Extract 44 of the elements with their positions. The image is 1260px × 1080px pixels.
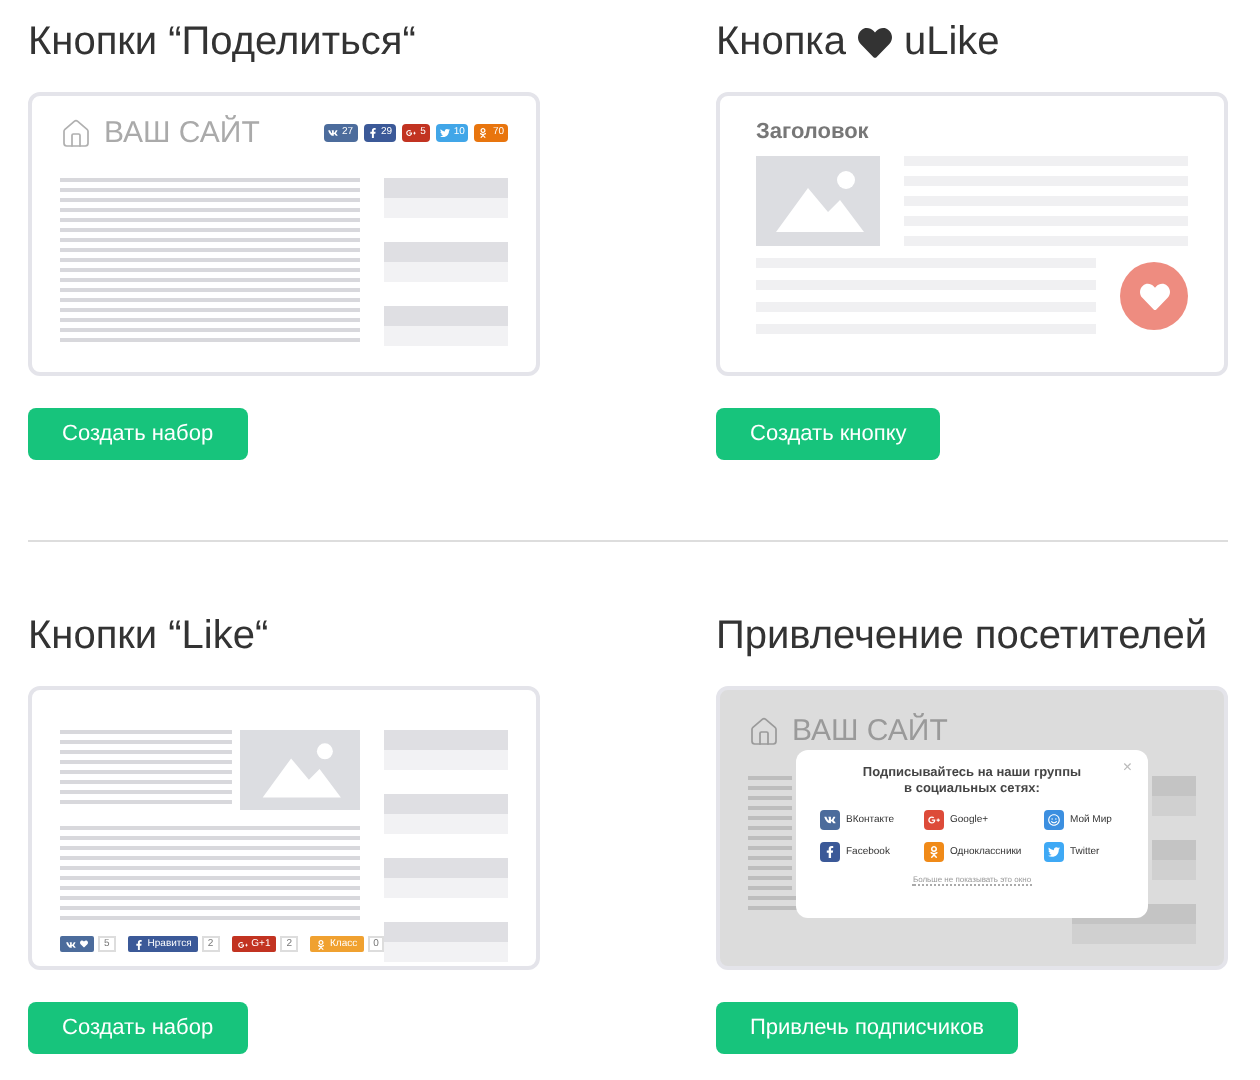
section-title: Привлечение посетителей: [716, 611, 1208, 661]
sidebar-block: [384, 326, 508, 346]
site-title: ВАШ САЙТ: [104, 116, 260, 150]
facebook-icon: [367, 128, 378, 138]
sidebar-block: [384, 922, 509, 942]
section-title: Кнопки “Поделиться“: [28, 17, 416, 67]
image-placeholder-icon: [756, 156, 880, 246]
section-title: uLike: [903, 19, 1000, 65]
sidebar-block: [384, 242, 508, 262]
sidebar-block: [384, 878, 509, 898]
sidebar-block: [384, 814, 509, 834]
google-plus-icon: [406, 128, 417, 138]
sidebar-block: [1152, 796, 1196, 816]
sidebar-block: [1152, 776, 1196, 796]
sidebar-block: [384, 942, 509, 962]
sidebar-block: [384, 306, 508, 326]
section-title: Кнопки “Like“: [28, 611, 269, 661]
heart-icon: [1139, 281, 1169, 311]
sidebar-block: [384, 262, 508, 282]
bird-icon: [439, 128, 450, 138]
house-icon: [748, 715, 780, 747]
sidebar-block: [1152, 860, 1196, 880]
vk-icon: [327, 128, 338, 138]
sidebar-block: [384, 750, 509, 770]
odnoklassniki-icon: [478, 128, 489, 138]
vk-icon: [66, 939, 76, 949]
heart-icon: [80, 940, 88, 948]
sidebar-block: [384, 858, 509, 878]
sidebar-block: [1072, 924, 1196, 944]
odnoklassniki-icon: [316, 939, 327, 949]
section-title: Кнопка: [716, 19, 846, 65]
sidebar-block: [384, 794, 509, 814]
google-plus-icon: [237, 939, 248, 949]
sidebar-block: [1152, 840, 1196, 860]
sidebar-block: [384, 730, 509, 750]
heart-icon: [857, 25, 892, 59]
like-button[interactable]: [1120, 262, 1188, 330]
preview-heading: Заголовок: [756, 120, 871, 144]
sidebar-block: [384, 198, 508, 218]
sidebar-block: [384, 178, 508, 198]
site-title: ВАШ САЙТ: [792, 714, 948, 748]
facebook-icon: [133, 939, 144, 949]
house-icon: [60, 117, 92, 149]
image-placeholder-icon: [240, 730, 360, 810]
